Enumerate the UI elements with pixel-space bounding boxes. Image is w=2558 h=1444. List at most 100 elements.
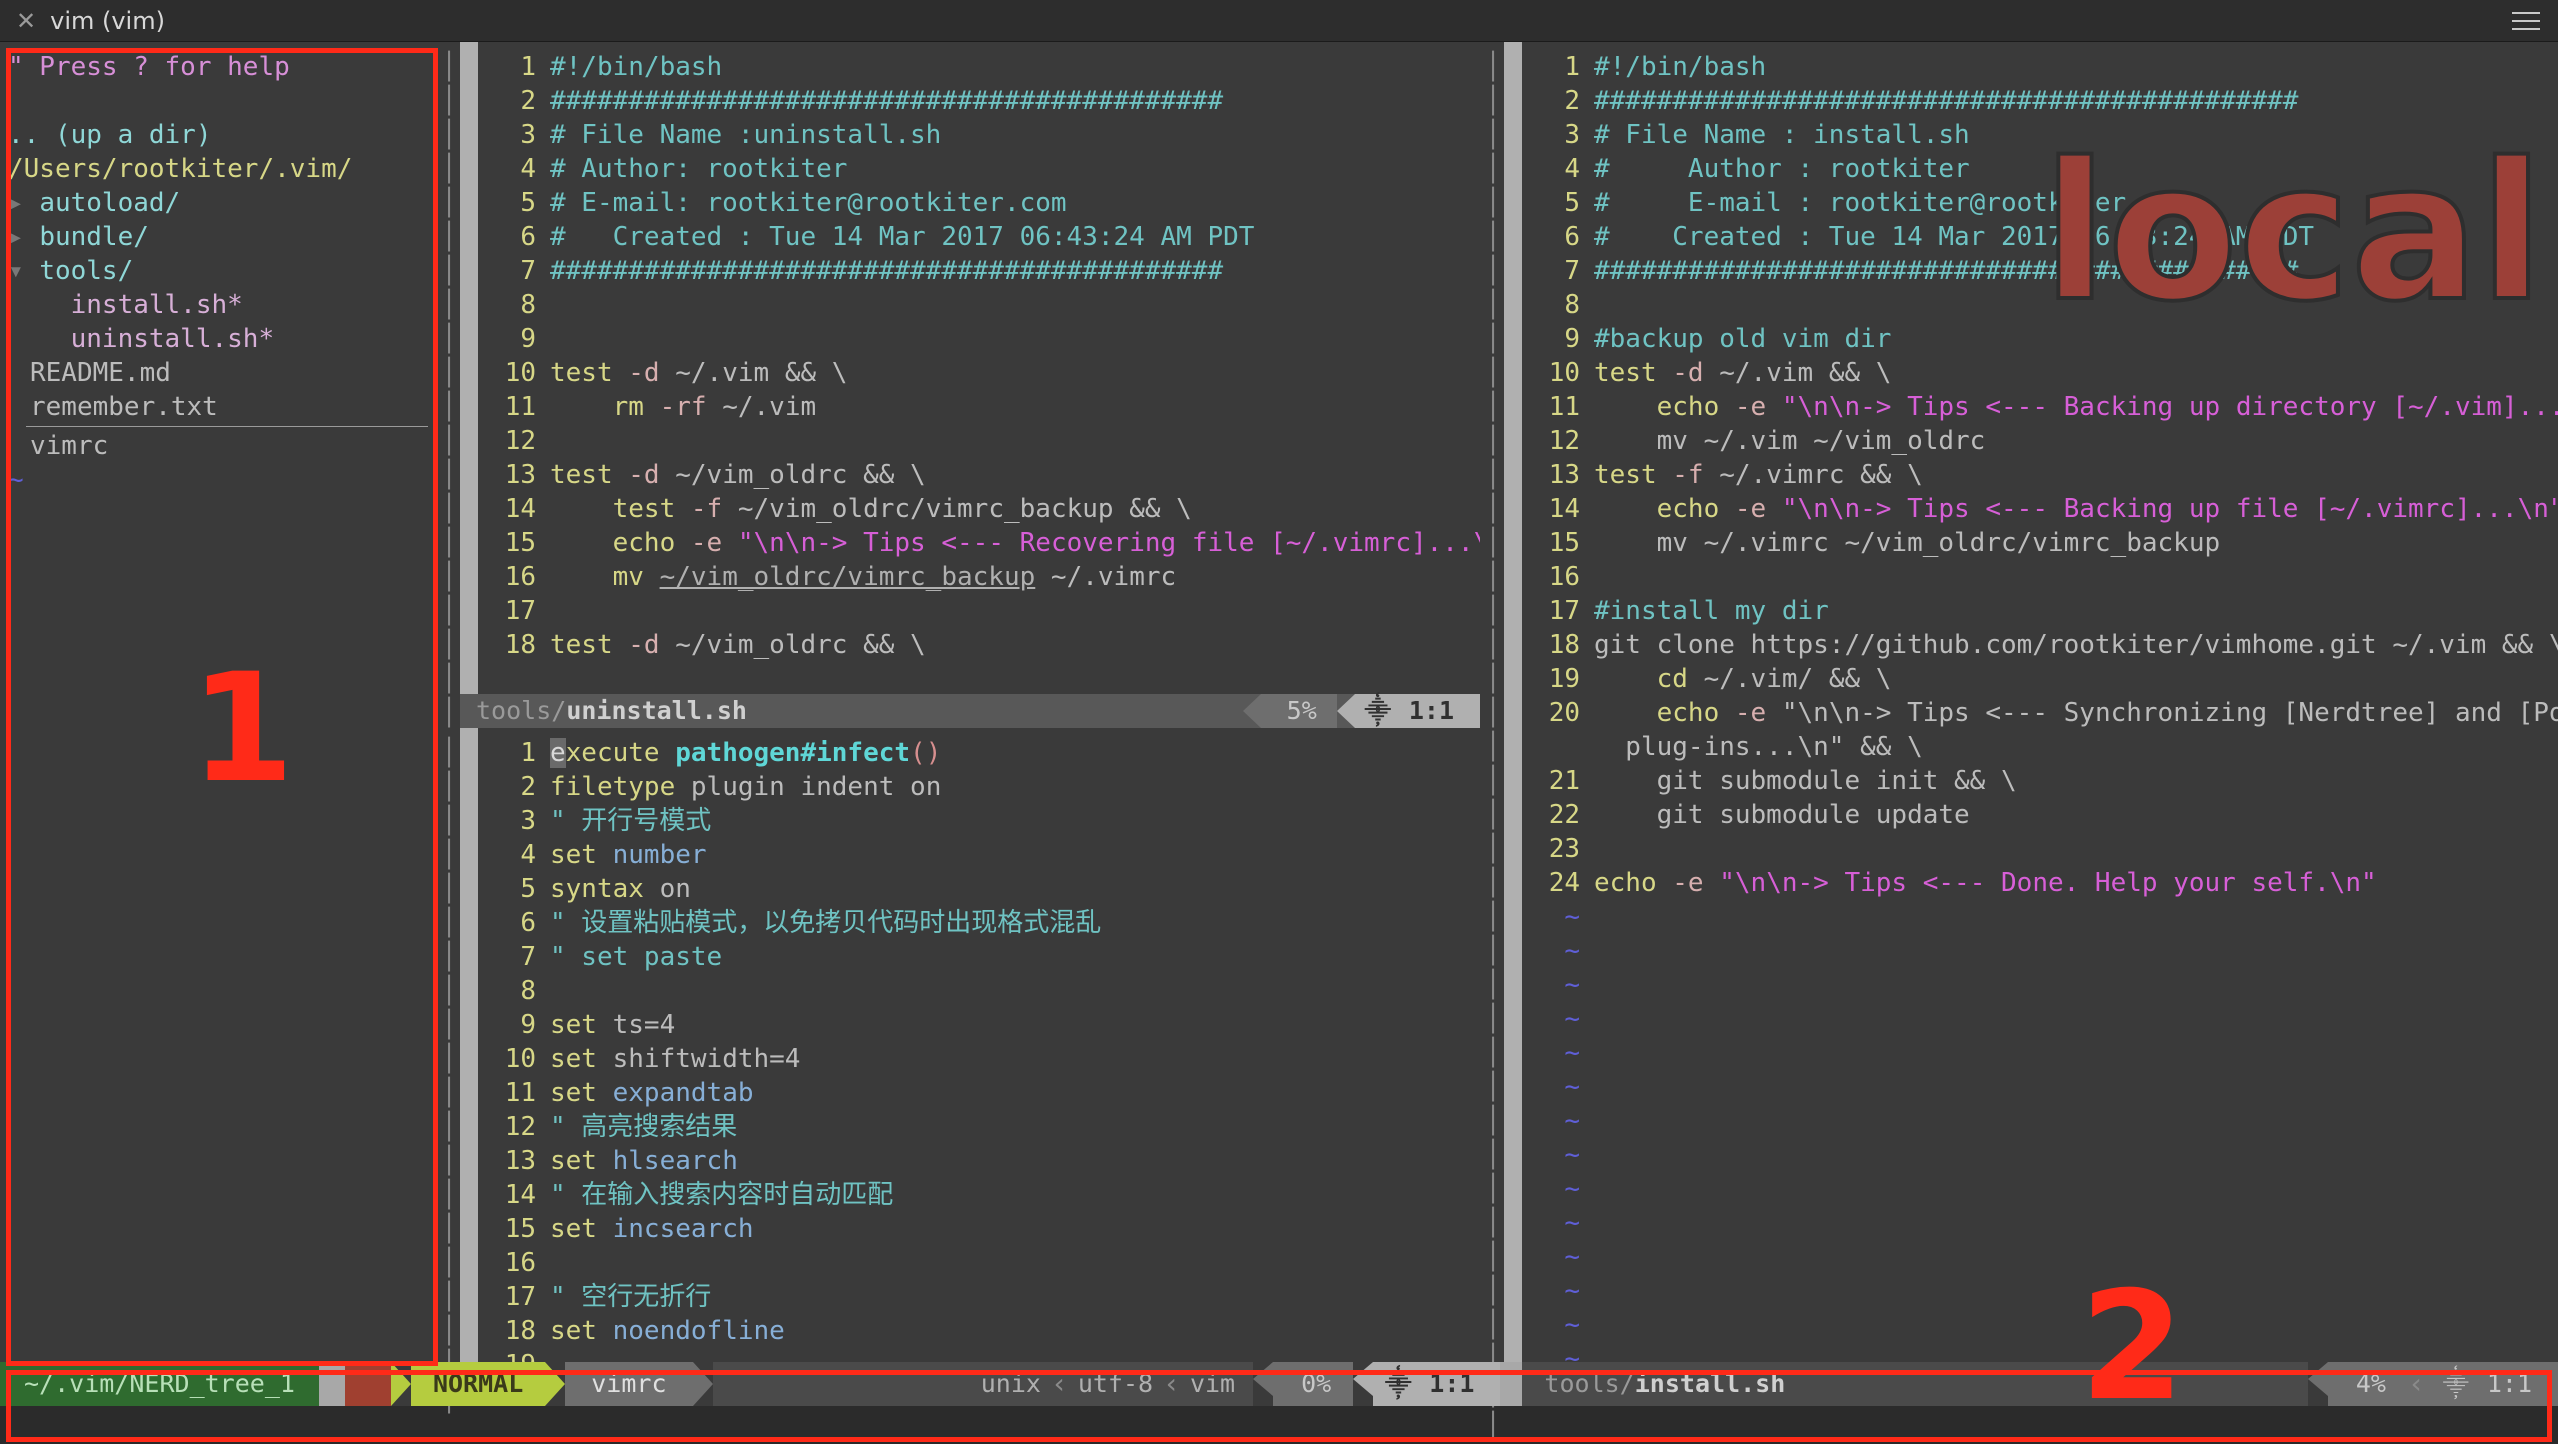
- line-number: 16: [478, 560, 536, 594]
- code-line: 14 test -f ~/vim_oldrc/vimrc_backup && \: [478, 492, 1480, 526]
- code-line: 7#######################################…: [1522, 254, 2558, 288]
- code-line: 17" 空行无折行: [478, 1280, 1480, 1314]
- empty-line-marker: ~: [1522, 968, 1580, 1002]
- line-number: 7: [1522, 254, 1580, 288]
- line-number: 17: [1522, 594, 1580, 628]
- window-title: vim (vim): [50, 4, 165, 38]
- code-line: 22 git submodule update: [1522, 798, 2558, 832]
- statusbar-position-group: ⸎ 1:1: [1373, 1362, 1500, 1406]
- line-number: 14: [1522, 492, 1580, 526]
- code-line: 19 cd ~/.vim/ && \: [1522, 662, 2558, 696]
- nerdtree-item-label: remember.txt: [30, 392, 218, 422]
- code-line: 14 echo -e "\n\n-> Tips <--- Backing up …: [1522, 492, 2558, 526]
- powerline-arrow-icon: [2308, 1362, 2328, 1396]
- chevron-left-icon: ‹: [1153, 1367, 1190, 1401]
- line-number: 14: [478, 1178, 536, 1212]
- statusbar-right-sep: ‹: [2408, 1362, 2439, 1406]
- statusbar-right-position-group: ⸎ 1:1: [2439, 1362, 2558, 1406]
- code-line: 10set shiftwidth=4: [478, 1042, 1480, 1076]
- code-line: 14" 在输入搜索内容时自动匹配: [478, 1178, 1480, 1212]
- close-x-icon[interactable]: ✕: [16, 9, 36, 33]
- code-line: 3# File Name : install.sh: [1522, 118, 2558, 152]
- nerdtree-item-label: README.md: [30, 358, 171, 388]
- line-number: 10: [478, 1042, 536, 1076]
- empty-line-marker: ~: [1522, 1342, 1580, 1362]
- code-line: 7" set paste: [478, 940, 1480, 974]
- statusbar-right-percent: 4%: [2328, 1362, 2408, 1406]
- statusbar-gap-right: [1500, 1362, 1522, 1406]
- nerdtree-item-readme[interactable]: README.md: [8, 356, 438, 390]
- scrollbar-vimrc[interactable]: [460, 728, 478, 1362]
- annotation-label-1: 1: [190, 654, 294, 804]
- nerdtree-item-remember[interactable]: remember.txt: [8, 390, 438, 424]
- code-line: 8: [478, 288, 1480, 322]
- scrollbar-right[interactable]: [1504, 42, 1522, 1406]
- empty-line-marker: ~: [1522, 1070, 1580, 1104]
- hamburger-menu-icon[interactable]: [2512, 12, 2540, 30]
- chevron-left-icon: ‹: [2408, 1367, 2425, 1401]
- powerline-arrow-icon: [545, 1362, 565, 1406]
- nerdtree-empty-marker: ~: [8, 463, 438, 497]
- line-number: 12: [478, 424, 536, 458]
- line-number: 3: [1522, 118, 1580, 152]
- line-number: 13: [478, 458, 536, 492]
- statusbar-right-buffer: tools/install.sh: [1522, 1362, 1785, 1406]
- statusbar-accent-block: [345, 1362, 391, 1406]
- line-number: 15: [478, 1212, 536, 1246]
- nerdtree-item-vimrc[interactable]: vimrc: [8, 429, 438, 463]
- code-line: 13set hlsearch: [478, 1144, 1480, 1178]
- line-number-icon: ⸎: [1365, 694, 1391, 728]
- line-number: 13: [478, 1144, 536, 1178]
- line-number: 22: [1522, 798, 1580, 832]
- line-number-icon: ⸎: [2443, 1367, 2469, 1401]
- editor-vimrc[interactable]: 1execute pathogen#infect()2filetype plug…: [478, 728, 1480, 1362]
- line-number: 18: [478, 628, 536, 662]
- nerdtree-item-autoload[interactable]: ▸ autoload/: [8, 186, 438, 220]
- code-line: 4# Author : rootkiter: [1522, 152, 2558, 186]
- line-number: 7: [478, 940, 536, 974]
- line-number: 10: [1522, 356, 1580, 390]
- nerdtree-item-install-sh[interactable]: install.sh*: [8, 288, 438, 322]
- nerdtree-up-dir[interactable]: .. (up a dir): [8, 118, 438, 152]
- line-number: 17: [478, 1280, 536, 1314]
- line-number-icon: ⸎: [1385, 1367, 1411, 1401]
- code-line: 23: [1522, 832, 2558, 866]
- statusbar-gap: [319, 1362, 345, 1406]
- nerdtree-root-path[interactable]: /Users/rootkiter/.vim/: [8, 152, 438, 186]
- line-number: 8: [478, 974, 536, 1008]
- code-line: 24echo -e "\n\n-> Tips <--- Done. Help y…: [1522, 866, 2558, 900]
- code-line: 10test -d ~/.vim && \: [1522, 356, 2558, 390]
- editor-install-sh[interactable]: 1#!/bin/bash2###########################…: [1522, 42, 2558, 1362]
- nerdtree-item-tools[interactable]: ▾ tools/: [8, 254, 438, 288]
- line-number: 9: [478, 322, 536, 356]
- nerdtree-item-bundle[interactable]: ▸ bundle/: [8, 220, 438, 254]
- line-number: 4: [478, 152, 536, 186]
- code-line: 9: [478, 322, 1480, 356]
- powerline-arrow-icon: [1353, 1362, 1373, 1396]
- line-number: 4: [1522, 152, 1580, 186]
- line-number: 2: [478, 770, 536, 804]
- empty-line-marker: ~: [1522, 1138, 1580, 1172]
- line-number: 8: [478, 288, 536, 322]
- line-number: 16: [1522, 560, 1580, 594]
- code-empty-line: ~: [1522, 1138, 2558, 1172]
- statusbar-right-fill: [1785, 1362, 2308, 1406]
- empty-line-marker: ~: [1522, 1206, 1580, 1240]
- line-number: 15: [478, 526, 536, 560]
- code-line: 18git clone https://github.com/rootkiter…: [1522, 628, 2558, 662]
- code-line: 5# E-mail : rootkiter@rootkiter.com: [1522, 186, 2558, 220]
- code-line: 7#######################################…: [478, 254, 1480, 288]
- code-line: 12" 高亮搜索结果: [478, 1110, 1480, 1144]
- line-number: 10: [478, 356, 536, 390]
- nerdtree-divider: [26, 426, 428, 427]
- line-number: 3: [478, 804, 536, 838]
- code-empty-line: ~: [1522, 1240, 2558, 1274]
- editor-uninstall-sh[interactable]: 1#!/bin/bash2###########################…: [478, 42, 1480, 694]
- nerdtree-item-uninstall-sh[interactable]: uninstall.sh*: [8, 322, 438, 356]
- line-number: 6: [478, 220, 536, 254]
- line-number: 4: [478, 838, 536, 872]
- code-line: 3# File Name :uninstall.sh: [478, 118, 1480, 152]
- code-line: 17: [478, 594, 1480, 628]
- line-number: 6: [478, 906, 536, 940]
- empty-line-marker: ~: [1522, 1104, 1580, 1138]
